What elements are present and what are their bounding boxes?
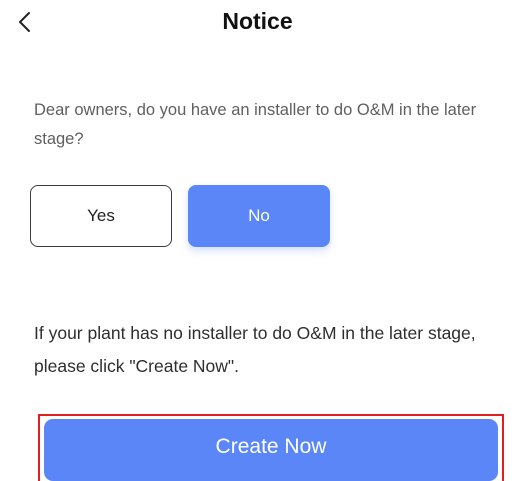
yes-button[interactable]: Yes <box>30 185 172 247</box>
page-title: Notice <box>222 8 293 34</box>
no-button[interactable]: No <box>188 185 330 247</box>
create-now-button[interactable]: Create Now <box>44 419 498 481</box>
question-text: Dear owners, do you have an installer to… <box>34 101 477 148</box>
info-text: If your plant has no installer to do O&M… <box>34 323 476 376</box>
header-bar: Notice <box>0 0 515 44</box>
